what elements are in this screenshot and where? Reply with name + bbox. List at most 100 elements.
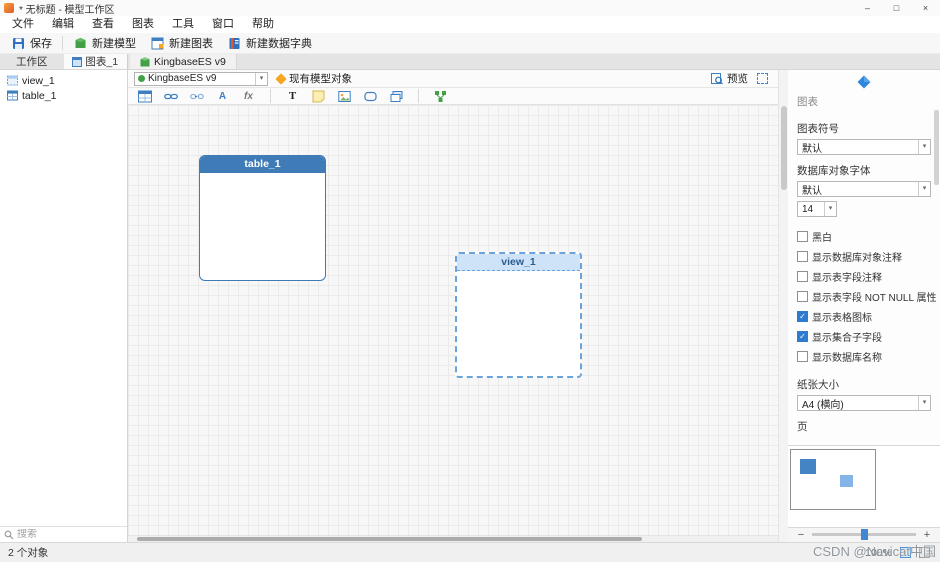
menu-help[interactable]: 帮助 <box>243 16 283 33</box>
marquee-select-icon[interactable] <box>757 73 768 84</box>
tab-kingbase-document[interactable]: KingbaseES v9 <box>130 54 237 69</box>
zoom-control: − + <box>788 528 940 542</box>
note-tool-icon[interactable] <box>311 89 326 104</box>
checkbox-show-table-icons[interactable]: ✓ 显示表格图标 <box>797 309 931 324</box>
new-virtual-relation-tool-icon[interactable] <box>189 89 204 104</box>
existing-model-objects-button[interactable]: 现有模型对象 <box>277 71 352 86</box>
new-relation-tool-icon[interactable] <box>163 89 178 104</box>
database-select[interactable]: KingbaseES v9 ▾ <box>134 72 268 86</box>
tab-workspace[interactable]: 工作区 <box>0 54 64 69</box>
checkbox-icon[interactable]: ✓ <box>797 331 808 342</box>
horizontal-scrollbar-thumb[interactable] <box>137 537 642 541</box>
checkbox-show-collection-subfields[interactable]: ✓ 显示集合子字段 <box>797 329 931 344</box>
zoom-in-button[interactable]: + <box>920 528 934 542</box>
menu-edit[interactable]: 编辑 <box>43 16 83 33</box>
checkbox-show-not-null[interactable]: 显示表字段 NOT NULL 属性 <box>797 289 931 304</box>
vertical-scrollbar[interactable] <box>778 70 788 542</box>
object-tree: view_1 table_1 <box>0 70 127 526</box>
minimap-view-1 <box>840 475 853 487</box>
new-table-tool-icon[interactable] <box>137 89 152 104</box>
database-status-icon <box>138 75 145 82</box>
field-tool-icon[interactable]: A <box>215 89 230 104</box>
shape-tool-icon[interactable] <box>363 89 378 104</box>
symbol-label: 图表符号 <box>797 121 931 136</box>
entity-table-1-title: table_1 <box>200 156 325 173</box>
menu-file[interactable]: 文件 <box>3 16 43 33</box>
tree-item-table-1[interactable]: table_1 <box>0 88 127 103</box>
checkbox-show-database-name[interactable]: 显示数据库名称 <box>797 349 931 364</box>
zoom-out-button[interactable]: − <box>794 528 808 542</box>
minimize-button[interactable]: – <box>853 0 882 16</box>
new-data-dictionary-label: 新建数据字典 <box>246 35 312 51</box>
new-diagram-button[interactable]: 新建图表 <box>143 33 220 54</box>
tree-item-view-1[interactable]: view_1 <box>0 73 127 88</box>
horizontal-scrollbar[interactable] <box>128 535 778 542</box>
preview-button[interactable]: 预览 <box>711 71 748 86</box>
entity-table-1[interactable]: table_1 <box>199 155 326 281</box>
tab-row: 工作区 图表_1 KingbaseES v9 <box>0 54 940 70</box>
document-tabs: KingbaseES v9 <box>128 54 940 69</box>
save-label: 保存 <box>30 35 52 51</box>
new-model-icon <box>73 36 88 51</box>
preview-icon <box>711 73 723 84</box>
text-tool-icon[interactable]: T <box>285 89 300 104</box>
app-window: * 无标题 - 模型工作区 – □ × 文件 编辑 查看 图表 工具 窗口 帮助… <box>0 0 940 562</box>
page-preview <box>788 445 940 528</box>
tree-item-table-1-label: table_1 <box>22 90 56 102</box>
model-doc-icon <box>140 57 150 67</box>
new-data-dictionary-button[interactable]: 新建数据字典 <box>220 33 319 54</box>
existing-model-objects-label: 现有模型对象 <box>289 71 352 86</box>
menu-diagram[interactable]: 图表 <box>123 16 163 33</box>
new-diagram-label: 新建图表 <box>169 35 213 51</box>
app-logo-icon <box>4 3 14 13</box>
diagram-toolbar-top: KingbaseES v9 ▾ 现有模型对象 预览 <box>128 70 778 88</box>
image-tool-icon[interactable] <box>337 89 352 104</box>
font-select-value: 默认 <box>802 182 822 197</box>
tab-kingbase-label: KingbaseES v9 <box>154 56 226 68</box>
chevron-down-icon: ▾ <box>824 202 836 216</box>
auto-layout-tool-icon[interactable] <box>433 89 448 104</box>
tree-item-view-1-label: view_1 <box>22 75 55 87</box>
panel-scrollbar-thumb[interactable] <box>934 110 939 185</box>
diagram-canvas[interactable]: table_1 view_1 <box>128 105 778 535</box>
checkbox-show-object-comments[interactable]: 显示数据库对象注释 <box>797 249 931 264</box>
left-panel-tabs: 工作区 图表_1 <box>0 54 128 69</box>
menu-tools[interactable]: 工具 <box>163 16 203 33</box>
zoom-slider[interactable] <box>812 533 916 536</box>
menu-window[interactable]: 窗口 <box>203 16 243 33</box>
tab-workspace-label: 工作区 <box>16 54 48 70</box>
diagram-properties-icon <box>857 75 871 92</box>
layer-tool-icon[interactable] <box>389 89 404 104</box>
close-button[interactable]: × <box>911 0 940 16</box>
explorer-panel: view_1 table_1 <box>0 70 128 542</box>
model-objects-icon <box>275 73 286 84</box>
save-button[interactable]: 保存 <box>4 33 59 54</box>
menu-bar: 文件 编辑 查看 图表 工具 窗口 帮助 <box>0 16 940 33</box>
checkbox-black-white[interactable]: 黑白 <box>797 229 931 244</box>
checkbox-icon[interactable] <box>797 291 808 302</box>
checkbox-icon[interactable] <box>797 351 808 362</box>
tab-diagram-1[interactable]: 图表_1 <box>64 54 128 69</box>
checkbox-icon[interactable] <box>797 231 808 242</box>
checkbox-icon[interactable]: ✓ <box>797 311 808 322</box>
function-tool-icon[interactable]: fx <box>241 89 256 104</box>
font-select[interactable]: 默认 ▾ <box>797 181 931 197</box>
title-bar: * 无标题 - 模型工作区 – □ × <box>0 0 940 16</box>
database-select-value: KingbaseES v9 <box>148 73 216 84</box>
checkbox-icon[interactable] <box>797 251 808 262</box>
maximize-button[interactable]: □ <box>882 0 911 16</box>
status-bar: 2 个对象 100% <box>0 542 940 562</box>
checkbox-show-field-comments[interactable]: 显示表字段注释 <box>797 269 931 284</box>
entity-view-1[interactable]: view_1 <box>455 252 582 378</box>
paper-size-select[interactable]: A4 (横向) ▾ <box>797 395 931 411</box>
checkbox-icon[interactable] <box>797 271 808 282</box>
save-icon <box>11 36 26 51</box>
window-title: * 无标题 - 模型工作区 <box>19 1 115 16</box>
vertical-scrollbar-thumb[interactable] <box>781 106 787 190</box>
symbol-select[interactable]: 默认 ▾ <box>797 139 931 155</box>
new-model-button[interactable]: 新建模型 <box>66 33 143 54</box>
search-input[interactable] <box>17 529 123 540</box>
menu-view[interactable]: 查看 <box>83 16 123 33</box>
zoom-slider-thumb[interactable] <box>861 529 868 540</box>
font-size-select[interactable]: 14 ▾ <box>797 201 837 217</box>
